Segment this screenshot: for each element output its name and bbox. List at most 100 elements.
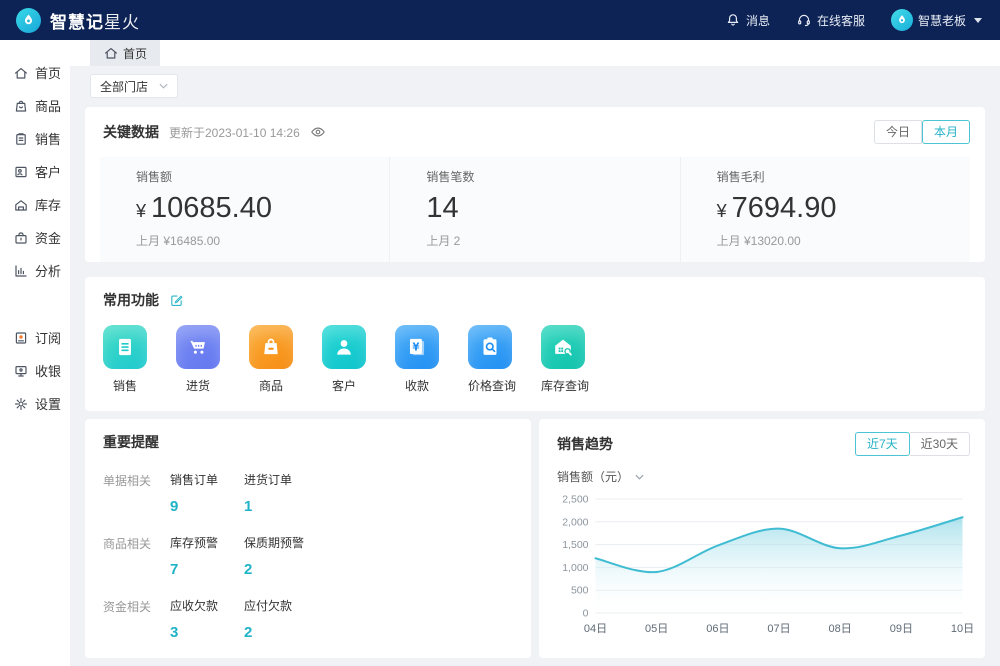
svg-text:08日: 08日	[829, 623, 852, 635]
quick-action-price-lookup[interactable]: 价格查询	[468, 325, 512, 394]
reminder-value-link[interactable]: 2	[244, 624, 318, 641]
bag-icon	[249, 325, 293, 369]
reminder-value-link[interactable]: 2	[244, 561, 318, 578]
quick-action-customer[interactable]: 客户	[322, 325, 366, 394]
stat-label: 销售笔数	[426, 168, 679, 185]
stat-prev: 上月 ¥13020.00	[717, 232, 970, 249]
store-filter-select[interactable]: 全部门店	[90, 74, 178, 98]
headset-icon	[796, 12, 812, 28]
quick-action-stock-lookup[interactable]: 库存查询	[541, 325, 585, 394]
reminder-category: 单据相关	[103, 471, 170, 515]
sidebar-item-cashier[interactable]: 收银	[0, 354, 70, 387]
reminders-card: 重要提醒 单据相关 销售订单 9 进货订单 1	[85, 419, 531, 658]
messages-button[interactable]: 消息	[725, 12, 770, 29]
reminder-item: 销售订单 9	[170, 471, 244, 515]
brand-bold: 智慧记	[50, 13, 104, 32]
user-menu[interactable]: 智慧老板	[891, 9, 982, 31]
visibility-toggle-button[interactable]	[310, 124, 326, 140]
currency-symbol: ¥	[136, 201, 146, 221]
sidebar-item-label: 库存	[35, 195, 61, 214]
sidebar-item-label: 资金	[35, 228, 61, 247]
sidebar-item-funds[interactable]: 资金	[0, 221, 70, 254]
toggle-7d-button[interactable]: 近7天	[855, 432, 910, 456]
quick-action-collect[interactable]: ¥ 收款	[395, 325, 439, 394]
sidebar-item-label: 商品	[35, 96, 61, 115]
reminder-group-goods: 商品相关 库存预警 7 保质期预警 2	[85, 534, 531, 578]
sidebar-item-label: 销售	[35, 129, 61, 148]
sales-trend-title: 销售趋势	[557, 434, 613, 454]
key-data-card: 关键数据 更新于2023-01-10 14:26 今日 本月 销售额 ¥1068…	[85, 107, 985, 262]
sidebar-item-subscribe[interactable]: 订阅	[0, 321, 70, 354]
svg-text:0: 0	[583, 608, 589, 620]
sidebar-item-home[interactable]: 首页	[0, 56, 70, 89]
sidebar-item-inventory[interactable]: 库存	[0, 188, 70, 221]
sidebar-item-analysis[interactable]: 分析	[0, 254, 70, 287]
reminder-value-link[interactable]: 1	[244, 498, 318, 515]
page-content: 全部门店 关键数据 更新于2023-01-10 14:26 今日 本月	[70, 66, 1000, 666]
brand-logo-icon	[16, 8, 41, 33]
eye-icon	[310, 124, 326, 140]
sidebar-item-label: 订阅	[35, 328, 61, 347]
price-search-icon	[468, 325, 512, 369]
trend-metric-value: 销售额（元）	[557, 468, 629, 485]
reminder-group-orders: 单据相关 销售订单 9 进货订单 1	[85, 471, 531, 515]
chevron-down-icon	[974, 18, 982, 27]
svg-text:06日: 06日	[706, 623, 729, 635]
svg-text:1,500: 1,500	[562, 539, 588, 551]
reminder-value-link[interactable]: 9	[170, 498, 244, 515]
tab-home[interactable]: 首页	[90, 40, 160, 66]
trend-metric-select[interactable]: 销售额（元）	[539, 456, 985, 485]
sales-trend-card: 销售趋势 近7天 近30天 销售额（元） 0 500 1,000 1,500 2,000…	[539, 419, 985, 658]
sidebar-item-customers[interactable]: 客户	[0, 155, 70, 188]
stat-prev: 上月 ¥16485.00	[136, 232, 389, 249]
yuan-doc-icon: ¥	[395, 325, 439, 369]
quick-action-goods[interactable]: 商品	[249, 325, 293, 394]
person-icon	[322, 325, 366, 369]
customer-card-icon	[13, 164, 29, 180]
quick-action-purchase[interactable]: 进货	[176, 325, 220, 394]
svg-text:500: 500	[571, 585, 589, 597]
svg-text:05日: 05日	[645, 623, 668, 635]
key-stats: 销售额 ¥10685.40 上月 ¥16485.00 销售笔数 14 上月 2 …	[100, 157, 970, 262]
key-data-updated: 更新于2023-01-10 14:26	[169, 124, 300, 141]
quick-actions-card: 常用功能 销售	[85, 277, 985, 411]
clipboard-icon	[13, 131, 29, 147]
svg-text:2,000: 2,000	[562, 516, 588, 528]
briefcase-icon	[13, 230, 29, 246]
reminder-item: 应收欠款 3	[170, 597, 244, 641]
sidebar-item-label: 客户	[35, 162, 61, 181]
online-support-button[interactable]: 在线客服	[796, 12, 865, 29]
sidebar-item-goods[interactable]: 商品	[0, 89, 70, 122]
cart-icon	[176, 325, 220, 369]
svg-text:07日: 07日	[767, 623, 790, 635]
toggle-month-button[interactable]: 本月	[922, 120, 970, 144]
edit-icon	[169, 293, 184, 308]
tab-bar: 首页	[70, 40, 1000, 66]
stat-sales-amount: 销售额 ¥10685.40 上月 ¥16485.00	[100, 157, 389, 262]
reminder-value-link[interactable]: 3	[170, 624, 244, 641]
sidebar-item-sales[interactable]: 销售	[0, 122, 70, 155]
messages-label: 消息	[746, 12, 770, 29]
stat-value: 14	[426, 192, 679, 225]
quick-action-sale[interactable]: 销售	[103, 325, 147, 394]
reminder-value-link[interactable]: 7	[170, 561, 244, 578]
sidebar-item-settings[interactable]: 设置	[0, 387, 70, 420]
reminders-title: 重要提醒	[103, 432, 159, 452]
trend-period-toggle: 近7天 近30天	[855, 432, 970, 456]
store-filter-value: 全部门店	[100, 78, 148, 95]
sales-trend-chart: 05001,0001,5002,0002,50004日05日06日07日08日0…	[543, 489, 977, 639]
bell-icon	[725, 12, 741, 28]
svg-text:1,000: 1,000	[562, 562, 588, 574]
stat-label: 销售毛利	[717, 168, 970, 185]
warehouse-icon	[13, 197, 29, 213]
monitor-icon	[13, 363, 29, 379]
stat-gross-profit: 销售毛利 ¥7694.90 上月 ¥13020.00	[680, 157, 970, 262]
sidebar-item-label: 分析	[35, 261, 61, 280]
edit-quick-actions-button[interactable]	[169, 293, 184, 308]
toggle-today-button[interactable]: 今日	[874, 120, 922, 144]
brand: 智慧记星火	[16, 8, 140, 33]
quick-actions-title: 常用功能	[103, 290, 159, 310]
sales-trend-chart-wrap: 05001,0001,5002,0002,50004日05日06日07日08日0…	[539, 485, 985, 644]
reminder-item: 应付欠款 2	[244, 597, 318, 641]
toggle-30d-button[interactable]: 近30天	[910, 432, 970, 456]
